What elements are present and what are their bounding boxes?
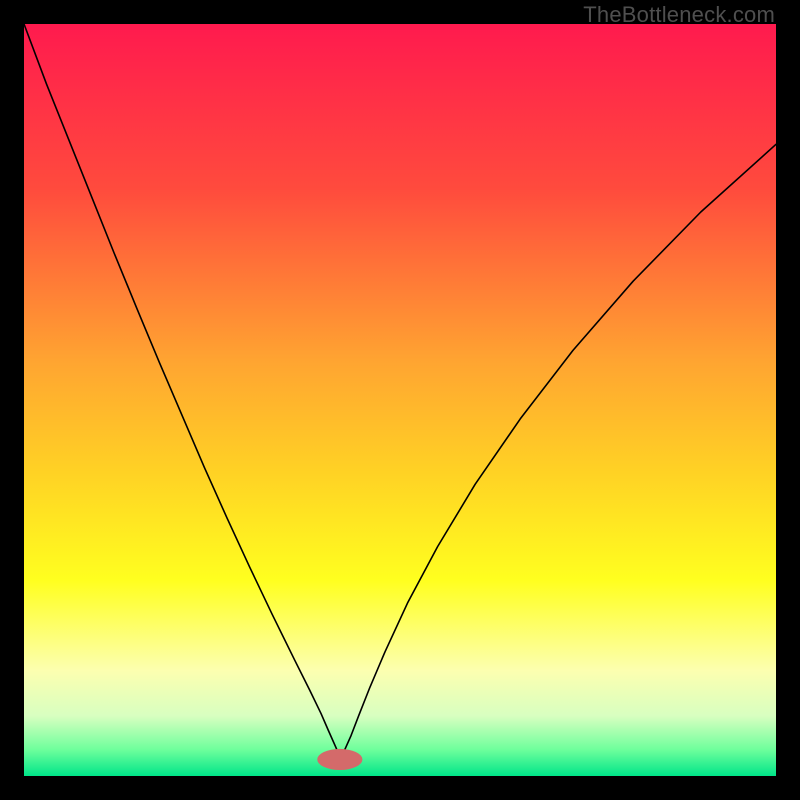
watermark-text: TheBottleneck.com <box>583 2 775 28</box>
bottleneck-chart <box>24 24 776 776</box>
chart-background <box>24 24 776 776</box>
chart-frame <box>24 24 776 776</box>
bottleneck-marker <box>317 749 362 770</box>
